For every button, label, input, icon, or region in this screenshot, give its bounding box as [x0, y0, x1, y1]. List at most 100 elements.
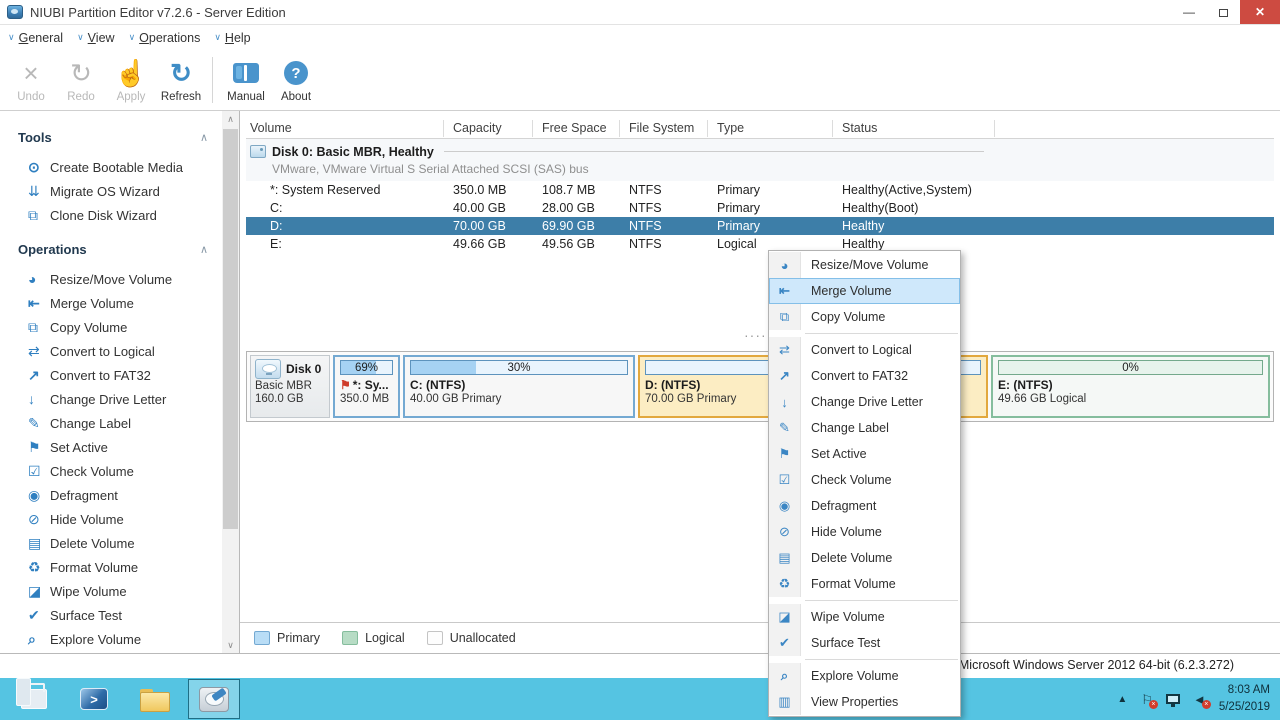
- about-button[interactable]: ? About: [271, 53, 321, 107]
- splitter-handle[interactable]: ····: [744, 331, 767, 339]
- taskbar-server-manager[interactable]: [8, 679, 60, 719]
- manual-book-icon: [233, 57, 259, 89]
- sidebar-section-tools[interactable]: Tools ∧: [0, 125, 222, 149]
- column-header-file-system[interactable]: File System: [620, 120, 708, 137]
- set-active-icon: [769, 441, 801, 467]
- table-row-c[interactable]: C: 40.00 GB 28.00 GB NTFS Primary Health…: [246, 199, 1274, 217]
- context-menu-item-explore-volume[interactable]: Explore Volume: [769, 663, 960, 689]
- disk-drive-icon: [255, 359, 281, 379]
- column-header-filler: [995, 120, 1274, 137]
- context-menu-item-convert-to-fat32[interactable]: Convert to FAT32: [769, 363, 960, 389]
- sidebar-item-resize-move-volume[interactable]: Resize/Move Volume: [0, 267, 222, 291]
- sidebar-item-convert-to-logical[interactable]: Convert to Logical: [0, 339, 222, 363]
- sidebar-item-check-volume[interactable]: Check Volume: [0, 459, 222, 483]
- volume-muted-icon[interactable]: ◄×: [1193, 693, 1206, 706]
- change-drive-letter-icon: [769, 389, 801, 415]
- sidebar-item-migrate-os-wizard[interactable]: Migrate OS Wizard: [0, 179, 222, 203]
- taskbar-file-explorer[interactable]: [128, 679, 180, 719]
- format-volume-icon: [28, 559, 50, 576]
- check-volume-icon: [769, 467, 801, 493]
- chevron-down-icon: ∨: [77, 32, 84, 43]
- apply-button[interactable]: ☝ Apply: [106, 53, 156, 107]
- taskbar-powershell[interactable]: >: [68, 679, 120, 719]
- sidebar-item-format-volume[interactable]: Format Volume: [0, 555, 222, 579]
- context-menu-item-resize-move-volume[interactable]: Resize/Move Volume: [769, 252, 960, 278]
- sidebar-section-operations[interactable]: Operations ∧: [0, 237, 222, 261]
- menu-general[interactable]: ∨General: [8, 31, 63, 45]
- context-menu-item-change-label[interactable]: Change Label: [769, 415, 960, 441]
- sidebar-item-clone-disk-wizard[interactable]: Clone Disk Wizard: [0, 203, 222, 227]
- chevron-up-icon: ∧: [200, 243, 208, 256]
- context-menu-item-view-properties[interactable]: View Properties: [769, 689, 960, 715]
- context-menu-item-format-volume[interactable]: Format Volume: [769, 571, 960, 597]
- sidebar-item-create-bootable-media[interactable]: Create Bootable Media: [0, 155, 222, 179]
- context-menu-item-surface-test[interactable]: Surface Test: [769, 630, 960, 656]
- column-header-status[interactable]: Status: [833, 120, 995, 137]
- disk-group-row[interactable]: Disk 0: Basic MBR, Healthy VMware, VMwar…: [246, 139, 1274, 181]
- sidebar-item-set-active[interactable]: Set Active: [0, 435, 222, 459]
- taskbar-niubi-active[interactable]: [188, 679, 240, 719]
- sidebar-item-change-drive-letter[interactable]: Change Drive Letter: [0, 387, 222, 411]
- sidebar-item-change-label[interactable]: Change Label: [0, 411, 222, 435]
- sidebar-item-merge-volume[interactable]: Merge Volume: [0, 291, 222, 315]
- context-menu-item-check-volume[interactable]: Check Volume: [769, 467, 960, 493]
- window-title: NIUBI Partition Editor v7.2.6 - Server E…: [30, 5, 286, 20]
- table-row-d-selected[interactable]: D: 70.00 GB 69.90 GB NTFS Primary Health…: [246, 217, 1274, 235]
- partition-block-e[interactable]: 0% E: (NTFS) 49.66 GB Logical: [991, 355, 1270, 418]
- network-icon[interactable]: [1166, 694, 1180, 704]
- surface-test-icon: [28, 607, 50, 624]
- redo-button[interactable]: ↻ Redo: [56, 53, 106, 107]
- menu-operations[interactable]: ∨Operations: [129, 31, 201, 45]
- convert-fat32-icon: [769, 363, 801, 389]
- sidebar-item-surface-test[interactable]: Surface Test: [0, 603, 222, 627]
- refresh-button[interactable]: ↻ Refresh: [156, 53, 206, 107]
- sidebar-item-delete-volume[interactable]: Delete Volume: [0, 531, 222, 555]
- context-menu-item-set-active[interactable]: Set Active: [769, 441, 960, 467]
- table-row-system-reserved[interactable]: *: System Reserved 350.0 MB 108.7 MB NTF…: [246, 181, 1274, 199]
- show-hidden-icons-chevron[interactable]: ▲: [1117, 694, 1127, 705]
- sidebar-scrollbar[interactable]: ∧ ∨: [222, 111, 239, 653]
- column-header-capacity[interactable]: Capacity: [444, 120, 533, 137]
- partition-block-c[interactable]: 30% C: (NTFS) 40.00 GB Primary: [403, 355, 635, 418]
- sidebar-item-copy-volume[interactable]: Copy Volume: [0, 315, 222, 339]
- scroll-up-icon[interactable]: ∧: [222, 111, 239, 127]
- sidebar-item-convert-to-fat32[interactable]: Convert to FAT32: [0, 363, 222, 387]
- menu-separator: [805, 600, 958, 601]
- context-menu-item-convert-to-logical[interactable]: Convert to Logical: [769, 337, 960, 363]
- close-button[interactable]: ✕: [1240, 0, 1280, 24]
- column-header-volume[interactable]: Volume: [246, 120, 444, 137]
- context-menu-item-defragment[interactable]: Defragment: [769, 493, 960, 519]
- taskbar-clock[interactable]: 8:03 AM 5/25/2019: [1219, 682, 1270, 715]
- wipe-volume-icon: [769, 604, 801, 630]
- menu-view[interactable]: ∨View: [77, 31, 114, 45]
- restore-button[interactable]: [1206, 0, 1240, 24]
- context-menu-item-wipe-volume[interactable]: Wipe Volume: [769, 604, 960, 630]
- status-bar: Microsoft Windows Server 2012 64-bit (6.…: [0, 653, 1280, 678]
- column-header-type[interactable]: Type: [708, 120, 833, 137]
- manual-button[interactable]: Manual: [221, 53, 271, 107]
- context-menu-item-copy-volume[interactable]: Copy Volume: [769, 304, 960, 330]
- context-menu-item-delete-volume[interactable]: Delete Volume: [769, 545, 960, 571]
- context-menu-item-hide-volume[interactable]: Hide Volume: [769, 519, 960, 545]
- context-menu-item-change-drive-letter[interactable]: Change Drive Letter: [769, 389, 960, 415]
- column-header-free-space[interactable]: Free Space: [533, 120, 620, 137]
- scroll-down-icon[interactable]: ∨: [222, 637, 239, 653]
- sidebar-item-explore-volume[interactable]: Explore Volume: [0, 627, 222, 651]
- minimize-button[interactable]: —: [1172, 0, 1206, 24]
- menu-help[interactable]: ∨Help: [214, 31, 250, 45]
- change-drive-letter-icon: [28, 391, 50, 407]
- sidebar-item-defragment[interactable]: Defragment: [0, 483, 222, 507]
- scrollbar-thumb[interactable]: [223, 129, 238, 529]
- copy-icon: [28, 319, 50, 336]
- disk-info-block[interactable]: Disk 0 Basic MBR 160.0 GB: [250, 355, 330, 418]
- table-row-e[interactable]: E: 49.66 GB 49.56 GB NTFS Logical Health…: [246, 235, 1274, 253]
- niubi-app-icon: [199, 687, 229, 712]
- error-badge-icon: ×: [1202, 700, 1211, 709]
- context-menu-item-merge-volume[interactable]: Merge Volume: [769, 278, 960, 304]
- legend-unallocated: Unallocated: [427, 631, 516, 645]
- sidebar-item-wipe-volume[interactable]: Wipe Volume: [0, 579, 222, 603]
- undo-button[interactable]: × Undo: [6, 53, 56, 107]
- sidebar-item-hide-volume[interactable]: Hide Volume: [0, 507, 222, 531]
- action-center-flag-icon[interactable]: ⚐×: [1141, 693, 1153, 706]
- partition-block-system-reserved[interactable]: 69% ⚑*: Sy... 350.0 MB: [333, 355, 400, 418]
